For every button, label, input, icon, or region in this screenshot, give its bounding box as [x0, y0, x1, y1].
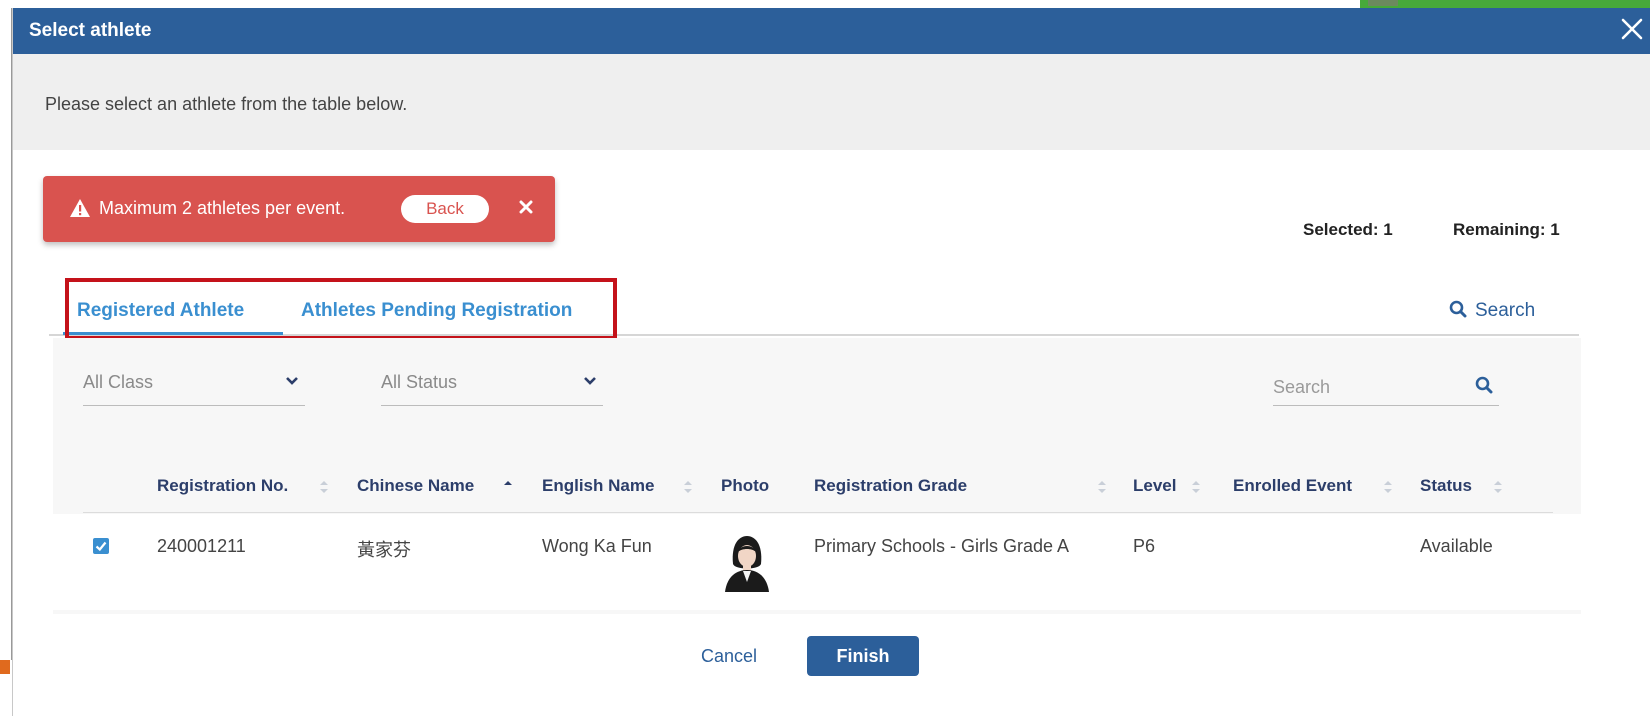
sort-icon[interactable] — [1191, 480, 1201, 494]
banner-detail — [1368, 0, 1398, 6]
column-header-english-name[interactable]: English Name — [542, 476, 654, 496]
column-header-chinese-name[interactable]: Chinese Name — [357, 476, 474, 496]
cell-level: P6 — [1133, 536, 1156, 556]
column-header-status[interactable]: Status — [1420, 476, 1472, 496]
checkmark-icon — [95, 541, 107, 552]
table-row[interactable]: 240001211 黃家芬 Wong Ka Fun Primary School… — [53, 514, 1581, 610]
athlete-tabs: Registered Athlete Athletes Pending Regi… — [49, 278, 1579, 340]
cell-english-name: Wong Ka Fun — [542, 536, 652, 556]
remaining-count: Remaining: 1 — [1453, 220, 1560, 239]
table-search-box — [1273, 372, 1499, 406]
alert-close-glyph — [519, 200, 533, 214]
column-header-level[interactable]: Level — [1133, 476, 1176, 496]
status-filter-dropdown[interactable]: All Status — [381, 372, 603, 406]
dialog-footer: Cancel Finish — [13, 614, 1650, 716]
dialog-titlebar: Select athlete — [13, 8, 1650, 54]
cell-registration-no: 240001211 — [157, 536, 246, 556]
close-icon-glyph — [1621, 18, 1643, 40]
table-header-divider — [83, 512, 1553, 513]
column-header-enrolled-event[interactable]: Enrolled Event — [1233, 476, 1352, 496]
search-icon — [1449, 300, 1467, 318]
search-toggle[interactable]: Search — [1449, 300, 1535, 322]
athlete-table-panel: All Class All Status Registration No. Ch… — [53, 338, 1581, 614]
finish-button[interactable]: Finish — [807, 636, 919, 676]
sort-icon[interactable] — [683, 480, 693, 494]
sort-ascending-icon[interactable] — [503, 480, 513, 494]
alert-message: Maximum 2 athletes per event. — [99, 198, 346, 218]
class-filter-dropdown[interactable]: All Class — [83, 372, 305, 406]
column-header-registration-no[interactable]: Registration No. — [157, 476, 288, 496]
status-filter-value: All Status — [381, 372, 458, 392]
chevron-down-icon — [584, 377, 596, 385]
column-header-photo: Photo — [721, 476, 770, 495]
select-athlete-dialog: Select athlete Please select an athlete … — [12, 8, 1650, 716]
search-icon[interactable] — [1475, 376, 1493, 394]
chevron-down-icon — [286, 377, 298, 385]
sort-icon[interactable] — [1493, 480, 1503, 494]
cancel-button[interactable]: Cancel — [701, 646, 757, 667]
cell-chinese-name: 黃家芬 — [357, 540, 411, 560]
cell-status: Available — [1420, 536, 1493, 556]
instruction-bar: Please select an athlete from the table … — [13, 54, 1650, 150]
class-filter-value: All Class — [83, 372, 154, 392]
column-header-registration-grade[interactable]: Registration Grade — [814, 476, 967, 496]
warning-icon — [70, 199, 90, 217]
dialog-title: Select athlete — [29, 20, 152, 41]
instruction-text: Please select an athlete from the table … — [45, 94, 408, 114]
back-button[interactable]: Back — [401, 195, 489, 223]
max-athletes-alert: Maximum 2 athletes per event. Back — [43, 176, 555, 242]
sort-icon[interactable] — [319, 480, 329, 494]
background-app-edge — [0, 8, 12, 716]
sort-icon[interactable] — [1097, 480, 1107, 494]
athlete-photo — [719, 530, 775, 592]
tabs-highlight-annotation — [65, 278, 617, 340]
sort-icon[interactable] — [1383, 480, 1393, 494]
close-icon[interactable] — [1613, 12, 1650, 50]
alert-close-icon[interactable] — [519, 194, 533, 220]
row-checkbox[interactable] — [93, 538, 109, 554]
background-app-logo-fragment — [0, 660, 12, 716]
cell-registration-grade: Primary Schools - Girls Grade A — [814, 536, 1070, 556]
table-search-input[interactable] — [1273, 372, 1463, 402]
search-toggle-label: Search — [1475, 300, 1536, 321]
selected-count: Selected: 1 — [1303, 220, 1393, 239]
